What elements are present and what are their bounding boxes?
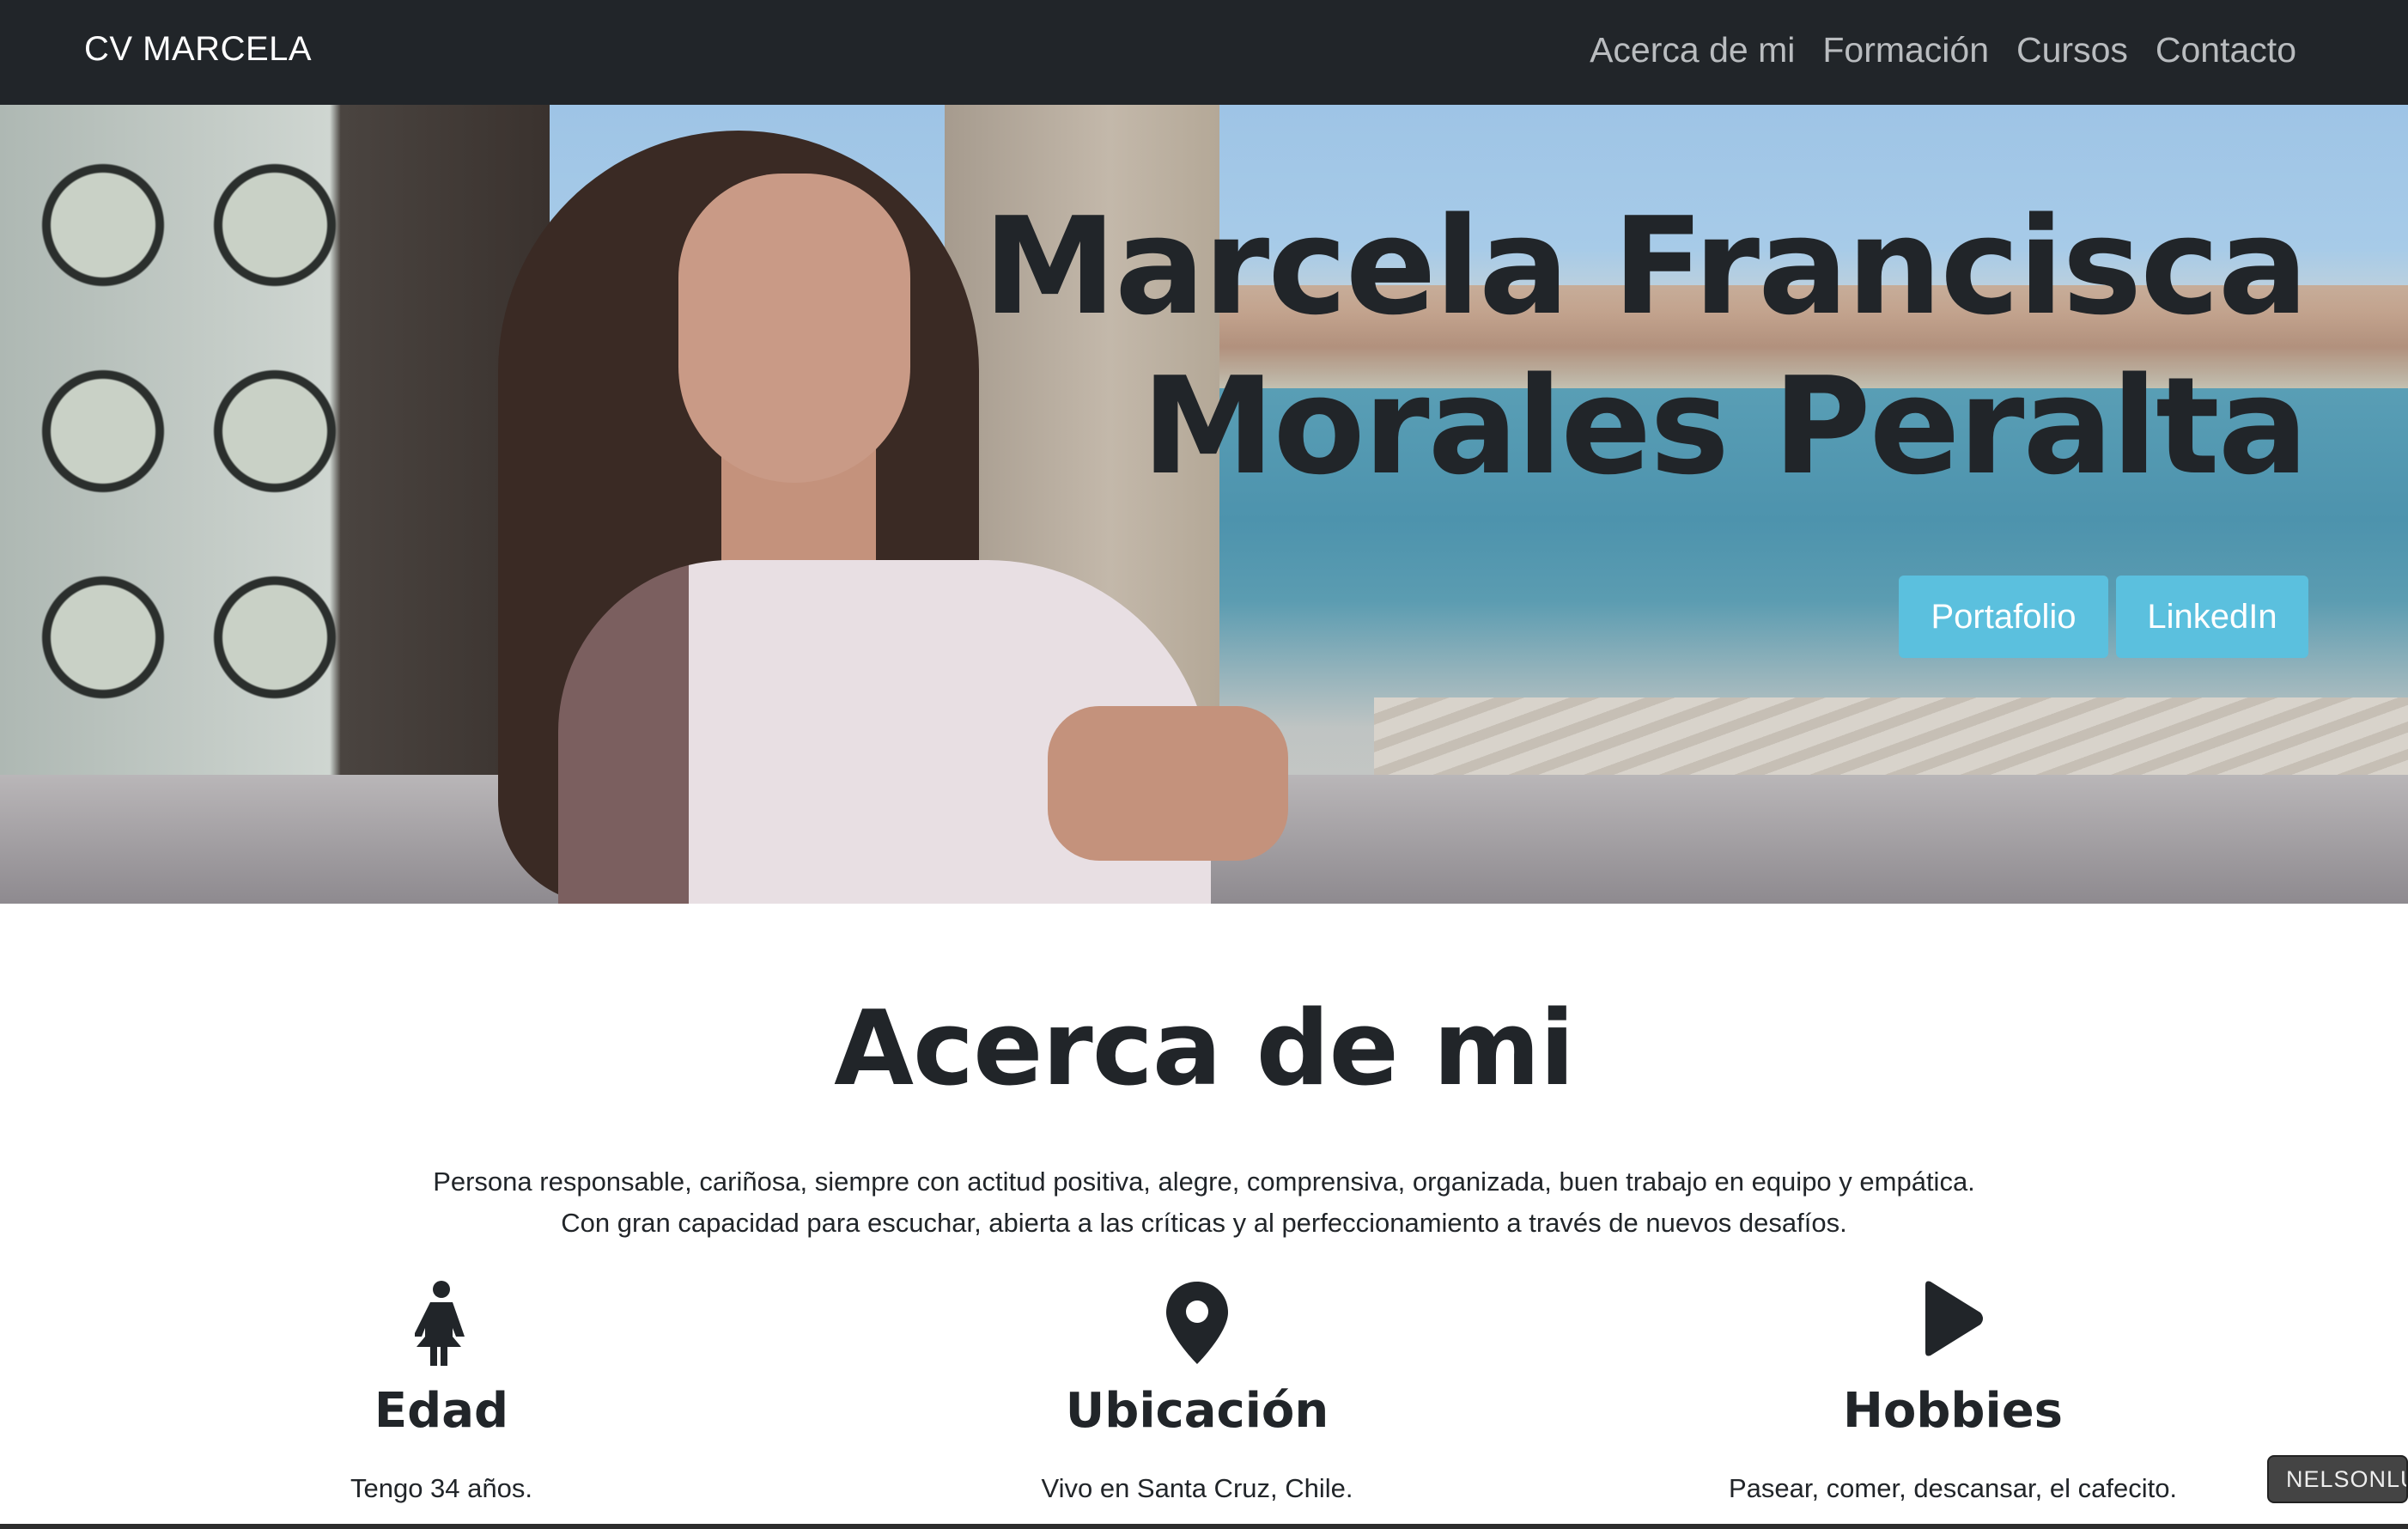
feature-edad-text: Tengo 34 años. — [350, 1473, 532, 1503]
feature-edad: Edad Tengo 34 años. — [141, 1280, 742, 1504]
hero-section: Marcela Francisca Morales Peralta Portaf… — [0, 105, 2408, 904]
feature-hobbies-title: Hobbies — [1842, 1383, 2064, 1439]
feature-ubicacion: Ubicación Vivo en Santa Cruz, Chile. — [897, 1280, 1498, 1504]
hero-title: Marcela Francisca Morales Peralta — [982, 186, 2308, 506]
nav-link-cursos[interactable]: Cursos — [2016, 30, 2128, 70]
feature-hobbies-text: Pasear, comer, descansar, el cafecito. — [1728, 1473, 2178, 1503]
female-person-icon — [141, 1280, 742, 1373]
feature-hobbies: Hobbies Pasear, comer, descansar, el caf… — [1652, 1280, 2253, 1504]
about-text-line2: Con gran capacidad para escuchar, abiert… — [561, 1208, 1847, 1238]
about-features: Edad Tengo 34 años. Ubicación Vivo en Sa… — [0, 1280, 2408, 1529]
hero-title-line1: Marcela Francisca — [982, 188, 2308, 344]
about-description: Persona responsable, cariñosa, siempre c… — [0, 1161, 2408, 1244]
nav-link-formacion[interactable]: Formación — [1822, 30, 1989, 70]
nav-link-acerca[interactable]: Acerca de mi — [1590, 30, 1795, 70]
hero-title-line2: Morales Peralta — [1141, 348, 2308, 504]
feature-ubicacion-title: Ubicación — [1065, 1383, 1329, 1439]
feature-edad-title: Edad — [374, 1383, 509, 1439]
play-icon — [1652, 1280, 2253, 1373]
floating-badge[interactable]: NELSONLU — [2267, 1455, 2408, 1503]
hero-buttons: Portafolio LinkedIn — [1899, 576, 2308, 658]
portfolio-button[interactable]: Portafolio — [1899, 576, 2108, 658]
map-marker-icon — [897, 1280, 1498, 1373]
brand-link[interactable]: CV MARCELA — [84, 30, 312, 69]
bottom-divider — [0, 1524, 2408, 1529]
feature-ubicacion-text: Vivo en Santa Cruz, Chile. — [1041, 1473, 1353, 1503]
nav-links: Acerca de mi Formación Cursos Contacto — [1590, 30, 2296, 70]
about-title: Acerca de mi — [834, 990, 1575, 1109]
linkedin-button[interactable]: LinkedIn — [2116, 576, 2308, 658]
nav-link-contacto[interactable]: Contacto — [2156, 30, 2296, 70]
about-text-line1: Persona responsable, cariñosa, siempre c… — [433, 1167, 1975, 1197]
navbar: CV MARCELA Acerca de mi Formación Cursos… — [0, 0, 2408, 105]
